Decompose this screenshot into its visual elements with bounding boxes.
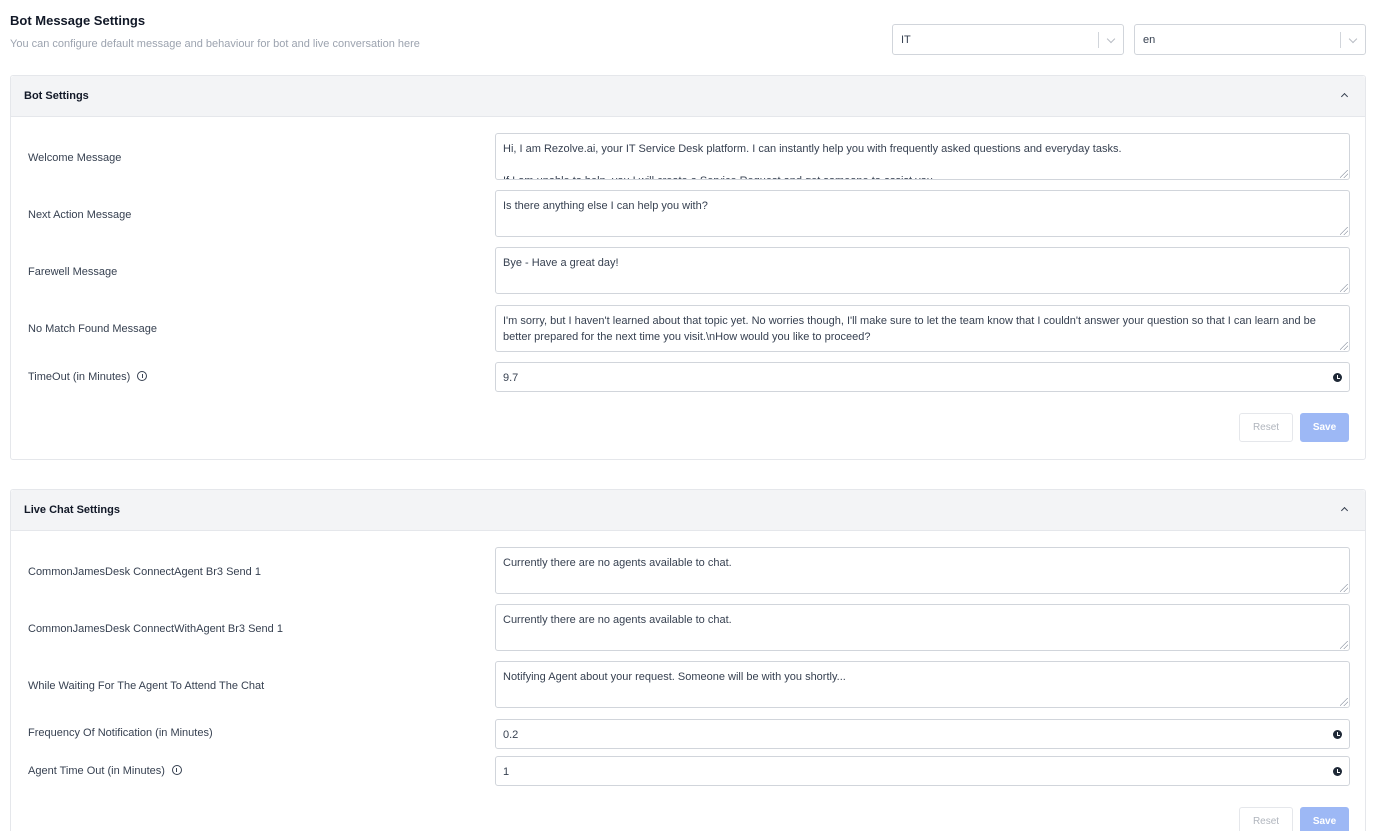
chevron-up-icon[interactable] [1340,506,1349,515]
bot-settings-title: Bot Settings [24,90,89,102]
welcome-message-value: Hi, I am Rezolve.ai, your IT Service Des… [503,143,1122,179]
connect-with-agent-textarea[interactable]: Currently there are no agents available … [495,604,1350,651]
timeout-value: 9.7 [503,372,519,384]
chevron-down-icon [1348,34,1358,44]
frequency-label: Frequency Of Notification (in Minutes) [28,727,213,739]
info-icon[interactable] [171,765,182,775]
clock-icon[interactable] [1333,767,1342,776]
resize-handle[interactable] [1340,342,1348,350]
no-match-message-label: No Match Found Message [28,323,158,335]
waiting-message-value: Notifying Agent about your request. Some… [503,671,846,683]
select-separator [1340,32,1341,48]
connect-with-agent-label: CommonJamesDesk ConnectWithAgent Br3 Sen… [28,623,283,635]
agent-timeout-value: 1 [503,766,510,778]
agent-timeout-label: Agent Time Out (in Minutes) [28,765,165,777]
connect-agent-value: Currently there are no agents available … [503,557,732,569]
live-chat-settings-panel: Live Chat Settings CommonJamesDesk Conne… [10,489,1366,831]
clock-icon[interactable] [1333,373,1342,382]
live-chat-save-button[interactable]: Save [1300,807,1349,831]
welcome-message-label: Welcome Message [28,152,122,164]
agent-timeout-input[interactable]: 1 [495,756,1350,786]
select-separator [1098,32,1099,48]
resize-handle[interactable] [1340,641,1348,649]
resize-handle[interactable] [1340,698,1348,706]
next-action-message-value: Is there anything else I can help you wi… [503,200,708,212]
bot-save-button[interactable]: Save [1300,413,1349,442]
live-chat-settings-title: Live Chat Settings [24,504,120,516]
timeout-label: TimeOut (in Minutes) [28,371,131,383]
department-select[interactable]: IT [892,24,1124,55]
waiting-message-textarea[interactable]: Notifying Agent about your request. Some… [495,661,1350,708]
connect-with-agent-value: Currently there are no agents available … [503,614,732,626]
language-select-value: en [1143,34,1156,46]
live-chat-settings-header[interactable]: Live Chat Settings [11,490,1365,531]
frequency-value: 0.2 [503,729,519,741]
timeout-label-row: TimeOut (in Minutes) [28,370,148,383]
timeout-input[interactable]: 9.7 [495,362,1350,392]
bot-reset-button[interactable]: Reset [1239,413,1293,442]
page-title: Bot Message Settings [10,13,146,28]
clock-icon[interactable] [1333,730,1342,739]
frequency-input[interactable]: 0.2 [495,719,1350,749]
resize-handle[interactable] [1340,584,1348,592]
page-subtitle: You can configure default message and be… [10,38,420,50]
farewell-message-value: Bye - Have a great day! [503,257,619,269]
info-icon[interactable] [137,371,148,381]
connect-agent-textarea[interactable]: Currently there are no agents available … [495,547,1350,594]
next-action-message-textarea[interactable]: Is there anything else I can help you wi… [495,190,1350,237]
live-chat-reset-button[interactable]: Reset [1239,807,1293,831]
farewell-message-textarea[interactable]: Bye - Have a great day! [495,247,1350,294]
resize-handle[interactable] [1340,284,1348,292]
connect-agent-label: CommonJamesDesk ConnectAgent Br3 Send 1 [28,566,261,578]
bot-settings-header[interactable]: Bot Settings [11,76,1365,117]
no-match-message-value: I'm sorry, but I haven't learned about t… [503,315,1319,343]
bot-settings-panel: Bot Settings Welcome Message Hi, I am Re… [10,75,1366,460]
resize-handle[interactable] [1340,170,1348,178]
agent-timeout-label-row: Agent Time Out (in Minutes) [28,764,182,777]
no-match-message-textarea[interactable]: I'm sorry, but I haven't learned about t… [495,305,1350,352]
next-action-message-label: Next Action Message [28,209,132,221]
resize-handle[interactable] [1340,227,1348,235]
farewell-message-label: Farewell Message [28,266,118,278]
welcome-message-textarea[interactable]: Hi, I am Rezolve.ai, your IT Service Des… [495,133,1350,180]
chevron-up-icon[interactable] [1340,92,1349,101]
chevron-down-icon [1106,34,1116,44]
waiting-message-label: While Waiting For The Agent To Attend Th… [28,680,265,692]
language-select[interactable]: en [1134,24,1366,55]
department-select-value: IT [901,34,911,46]
